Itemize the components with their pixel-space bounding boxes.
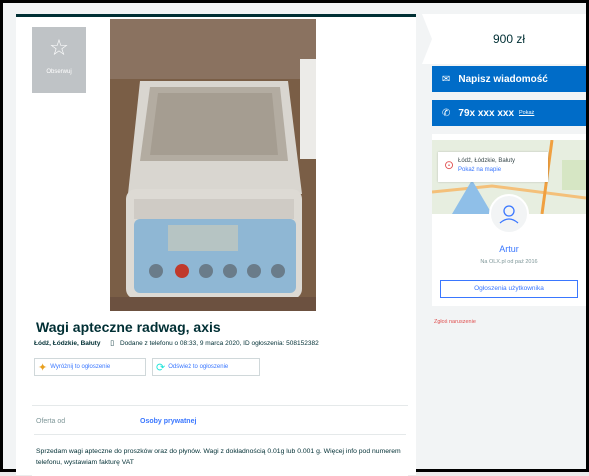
gallery: ☆ Obserwuj: [16, 17, 416, 313]
send-message-button[interactable]: ✉ Napisz wiadomość: [432, 66, 586, 92]
phone-number: 79x xxx xxx: [458, 107, 515, 119]
show-on-map-link[interactable]: Pokaż na mapie: [458, 167, 501, 173]
refresh-label: Odśwież to ogłoszenie: [168, 364, 229, 370]
listing-description: Sprzedam wagi apteczne do proszków oraz …: [36, 448, 401, 466]
attribute-key: Oferta od: [36, 418, 66, 425]
refresh-button[interactable]: ⟳ Odśwież to ogłoszenie: [152, 358, 260, 376]
report-link[interactable]: Zgłoś naruszenie: [434, 319, 476, 325]
send-message-label: Napisz wiadomość: [458, 73, 548, 85]
observe-label: Obserwuj: [46, 69, 72, 75]
show-phone-link[interactable]: Pokaż: [519, 110, 534, 116]
promote-label: Wyróżnij to ogłoszenie: [50, 364, 111, 370]
price: 900 zł: [492, 32, 526, 46]
price-card: 900 zł: [422, 14, 586, 64]
attribute-value[interactable]: Osoby prywatnej: [140, 418, 196, 425]
refresh-icon: ⟳: [156, 361, 166, 374]
seller-name[interactable]: Artur: [432, 244, 586, 254]
observe-button[interactable]: ☆ Obserwuj: [32, 27, 86, 93]
attribute-row: Oferta od Osoby prywatnej: [34, 408, 406, 435]
star-icon: ☆: [49, 35, 69, 60]
map-city: Łódź, Łódzkie, Bałuty: [458, 158, 516, 164]
added-from-phone: Dodane z telefonu: [119, 340, 173, 347]
map-pin-icon: ⊙: [444, 158, 455, 172]
promote-button[interactable]: ✦ Wyróżnij to ogłoszenie: [34, 358, 146, 376]
user-icon: [489, 194, 529, 234]
listing-meta: Łódź, Łódzkie, Bałuty ▯ Dodane z telefon…: [34, 339, 319, 347]
phone-small-icon: ▯: [110, 340, 115, 347]
phone-icon: ✆: [442, 107, 451, 119]
details-section: Oferta od Osoby prywatnej Sprzedam wagi …: [32, 405, 408, 476]
phone-button[interactable]: ✆ 79x xxx xxx Pokaż: [432, 100, 586, 126]
added-time: o 08:33, 9 marca 2020, ID ogłoszenia: 50…: [174, 340, 319, 347]
seller-since: Na OLX.pl od paź 2016: [480, 259, 538, 265]
user-ads-button[interactable]: Ogłoszenia użytkownika: [440, 280, 578, 298]
map-location-box: ⊙ Łódź, Łódzkie, Bałuty Pokaż na mapie: [438, 152, 548, 182]
listing-title: Wagi apteczne radwag, axis: [36, 319, 221, 335]
listing-location: Łódź, Łódzkie, Bałuty: [34, 340, 101, 347]
listing-photo[interactable]: [110, 19, 316, 311]
seller-card: ⊙ Łódź, Łódzkie, Bałuty Pokaż na mapie A…: [432, 134, 586, 306]
envelope-icon: ✉: [442, 73, 451, 85]
kite-icon: ✦: [38, 361, 48, 374]
listing-card: ☆ Obserwuj Wagi apteczne radwag, axis Łó…: [16, 14, 416, 476]
